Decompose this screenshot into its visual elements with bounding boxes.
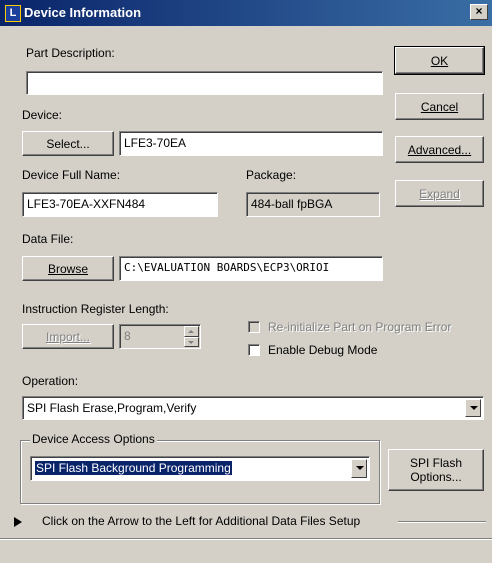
data-file-label: Data File: [22,232,74,246]
package-label: Package: [246,168,297,182]
window-title: Device Information [24,5,142,20]
device-input[interactable]: LFE3-70EA [119,131,383,156]
footer-hint: Click on the Arrow to the Left for Addit… [42,514,361,528]
spin-up-icon[interactable] [184,326,199,337]
import-button-label: Import... [45,329,90,344]
advanced-button-label: Advanced... [407,142,472,157]
spi-flash-options-button[interactable]: SPI Flash Options... [388,449,484,491]
spinner-buttons[interactable] [184,326,199,347]
device-label: Device: [22,108,63,122]
cancel-button-label: Cancel [420,99,459,114]
spi-flash-options-line2: Options... [410,470,462,484]
close-button[interactable]: × [470,4,488,20]
footer-divider [398,521,486,523]
reinitialize-checkbox[interactable] [248,321,260,333]
cancel-button[interactable]: Cancel [395,93,484,120]
instruction-register-spinner[interactable]: 8 [119,324,201,349]
operation-select[interactable]: SPI Flash Erase,Program,Verify [22,396,484,420]
title-bar: L Device Information × [0,0,492,26]
ok-button[interactable]: OK [394,46,485,75]
data-file-input[interactable]: C:\EVALUATION BOARDS\ECP3\ORIOI [119,256,383,281]
device-access-value: SPI Flash Background Programming [35,461,232,475]
expand-arrow-icon[interactable] [14,517,22,527]
debug-mode-checkbox[interactable] [248,344,260,356]
package-field: 484-ball fpBGA [246,192,380,217]
device-access-legend: Device Access Options [30,432,157,446]
device-access-select[interactable]: SPI Flash Background Programming [30,456,370,481]
expand-button-label: Expand [419,186,460,201]
instruction-register-value: 8 [124,329,131,343]
bottom-divider [0,538,492,540]
operation-label: Operation: [22,374,79,388]
part-description-label: Part Description: [26,46,115,60]
spin-down-icon[interactable] [184,336,199,347]
chevron-down-icon[interactable] [465,399,481,417]
operation-value: SPI Flash Erase,Program,Verify [27,401,197,415]
ok-button-label: OK [430,53,449,68]
instruction-register-label: Instruction Register Length: [22,302,169,316]
expand-button[interactable]: Expand [395,180,484,207]
device-full-name-label: Device Full Name: [22,168,121,182]
debug-mode-label: Enable Debug Mode [268,343,378,357]
select-button-label: Select... [46,136,90,151]
app-icon: L [5,5,21,22]
chevron-down-icon[interactable] [351,459,367,478]
browse-button[interactable]: Browse [22,256,114,281]
device-full-name-input[interactable]: LFE3-70EA-XXFN484 [22,192,218,217]
spi-flash-options-line1: SPI Flash [409,456,463,470]
advanced-button[interactable]: Advanced... [395,136,484,163]
part-description-input[interactable] [26,71,383,95]
select-button[interactable]: Select... [22,131,114,156]
import-button[interactable]: Import... [22,324,114,349]
browse-button-label: Browse [47,261,88,276]
reinitialize-label: Re-initialize Part on Program Error [268,320,452,334]
